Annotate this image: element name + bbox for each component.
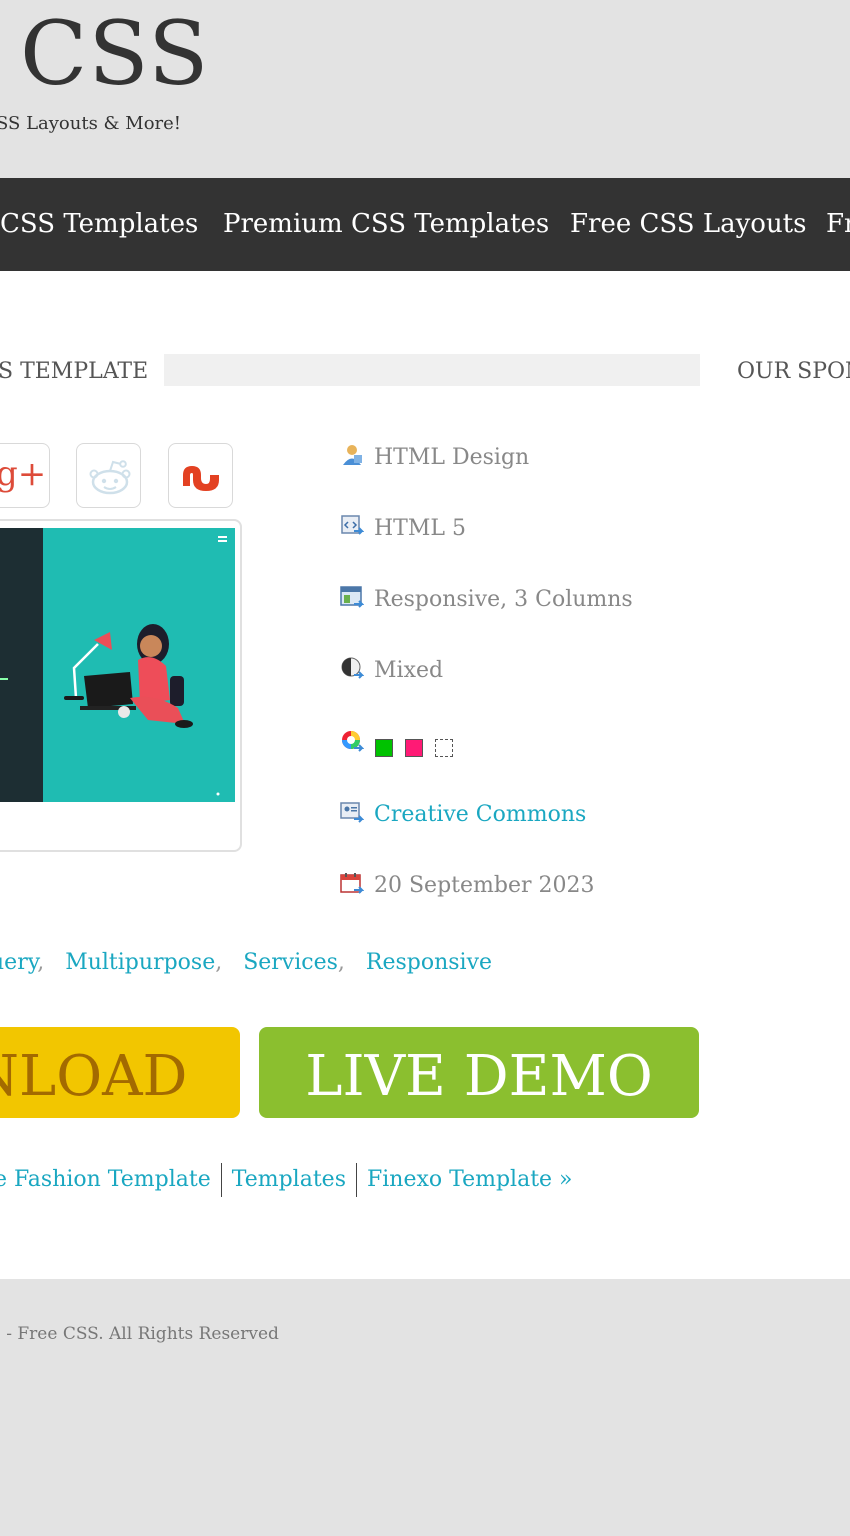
- color-swatch-white: [435, 739, 453, 757]
- nav-item-more[interactable]: Fr: [826, 209, 850, 239]
- layout-icon: [340, 586, 364, 608]
- designer-icon: [343, 445, 362, 465]
- download-button[interactable]: NLOAD: [0, 1027, 240, 1118]
- stumbleupon-button[interactable]: [168, 443, 233, 508]
- tag-link[interactable]: Services: [243, 950, 338, 975]
- nav-item-free-css-layouts[interactable]: Free CSS Layouts: [570, 209, 806, 239]
- color-wheel-icon: [342, 731, 364, 752]
- link-divider: [220, 1163, 222, 1197]
- license-link[interactable]: Creative Commons: [374, 802, 586, 827]
- main-nav: CSS Templates Premium CSS Templates Free…: [0, 178, 850, 271]
- license-icon: [340, 802, 364, 823]
- nav-item-css-templates[interactable]: CSS Templates: [0, 209, 198, 239]
- nav-item-premium-css-templates[interactable]: Premium CSS Templates: [223, 209, 549, 239]
- reddit-icon: [89, 460, 131, 495]
- related-link-next[interactable]: Finexo Template »: [367, 1167, 573, 1192]
- site-tagline: SS Layouts & More!: [0, 113, 182, 134]
- contrast-icon: [341, 657, 364, 679]
- live-demo-button-label: LIVE DEMO: [305, 1044, 653, 1109]
- live-demo-button[interactable]: LIVE DEMO: [259, 1027, 699, 1118]
- related-link-templates[interactable]: Templates: [232, 1167, 346, 1192]
- heading-divider-bar: [164, 354, 700, 386]
- google-plus-button[interactable]: g+: [0, 443, 50, 508]
- sponsors-heading: OUR SPON: [737, 359, 850, 384]
- spec-layout-text: Responsive, 3 Columns: [374, 587, 633, 612]
- template-preview-image[interactable]: [0, 528, 235, 802]
- calendar-icon: [340, 873, 364, 894]
- spec-html-text: HTML 5: [374, 516, 466, 541]
- related-links: e Fashion Template Templates Finexo Templa…: [0, 1163, 573, 1197]
- color-swatch-pink: [405, 739, 423, 757]
- tag-separator: ,: [337, 950, 366, 975]
- download-button-label: NLOAD: [0, 1044, 188, 1109]
- link-divider: [355, 1163, 357, 1197]
- tag-link[interactable]: Responsive: [366, 950, 492, 975]
- tag-list: uery, Multipurpose, Services, Responsive: [0, 950, 492, 975]
- html5-code-icon: [341, 515, 364, 535]
- tag-link[interactable]: uery: [0, 950, 37, 975]
- tag-separator: ,: [37, 950, 66, 975]
- template-heading: S TEMPLATE: [0, 359, 149, 384]
- related-link-prev[interactable]: e Fashion Template: [0, 1167, 211, 1192]
- tag-link[interactable]: Multipurpose: [65, 950, 215, 975]
- tag-separator: ,: [215, 950, 244, 975]
- spec-design-text: HTML Design: [374, 445, 530, 470]
- footer-copyright: 3 - Free CSS. All Rights Reserved: [0, 1324, 279, 1344]
- stumbleupon-icon: [183, 466, 219, 491]
- reddit-button[interactable]: [76, 443, 141, 508]
- color-swatch-green: [375, 739, 393, 757]
- google-plus-icon: g+: [0, 454, 47, 494]
- spec-date-text: 20 September 2023: [374, 873, 595, 898]
- site-logo[interactable]: CSS: [20, 4, 209, 104]
- spec-color-scheme-text: Mixed: [374, 658, 444, 683]
